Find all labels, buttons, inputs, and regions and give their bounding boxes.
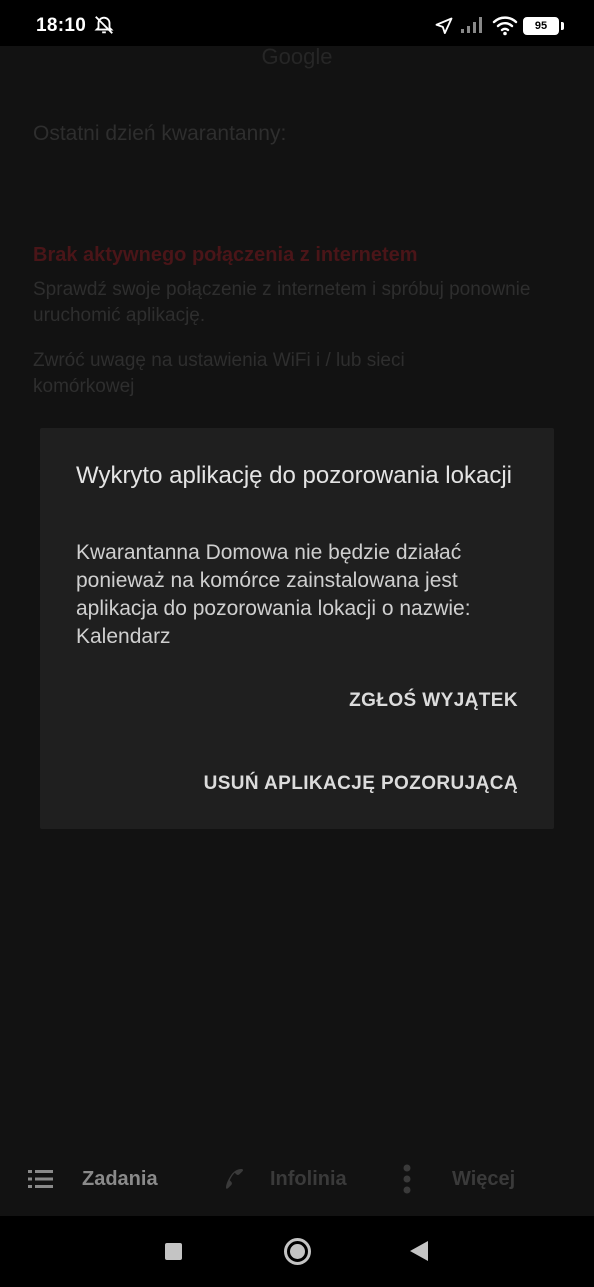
- report-exception-button[interactable]: ZGŁOŚ WYJĄTEK: [349, 690, 518, 712]
- connection-error-text: Sprawdź swoje połączenie z internetem i …: [33, 279, 531, 326]
- battery-level: 95: [534, 20, 548, 32]
- app-title: Google: [261, 44, 333, 69]
- wifi-icon: [492, 16, 518, 36]
- more-vertical-icon: [403, 1164, 411, 1194]
- screen: 18:10 95 Google Ostatni dzień kwarantann…: [0, 0, 594, 1287]
- status-time: 18:10: [36, 15, 87, 36]
- dialog-message: Kwarantanna Domowa nie będzie działać po…: [76, 541, 471, 648]
- dialog-title: Wykryto aplikację do pozorowania lokacji: [76, 462, 512, 489]
- nav-label-more: Więcej: [452, 1167, 516, 1190]
- nav-item-tasks[interactable]: Zadania: [28, 1142, 158, 1216]
- home-icon[interactable]: [284, 1238, 311, 1265]
- phone-icon: [226, 1169, 244, 1189]
- nav-item-infoline[interactable]: Infolinia: [216, 1142, 347, 1216]
- signal-icon: [461, 17, 482, 33]
- quarantine-last-day-label: Ostatni dzień kwarantanny:: [33, 122, 287, 145]
- remove-spoofing-app-button[interactable]: USUŃ APLIKACJĘ POZORUJĄCĄ: [204, 773, 518, 795]
- connection-error-title: Brak aktywnego połączenia z internetem: [33, 244, 418, 266]
- nav-label-infoline: Infolinia: [270, 1167, 347, 1190]
- nav-label-tasks: Zadania: [82, 1167, 158, 1190]
- location-spoofing-dialog: Wykryto aplikację do pozorowania lokacji…: [40, 428, 554, 829]
- back-icon[interactable]: [409, 1240, 429, 1262]
- list-icon: [28, 1170, 53, 1188]
- battery-tip: [561, 22, 564, 30]
- alarm-off-icon: [94, 16, 114, 34]
- recent-apps-icon[interactable]: [165, 1243, 182, 1260]
- battery-icon: 95: [523, 17, 559, 35]
- location-icon: [435, 17, 453, 34]
- status-bar: 18:10 95: [0, 0, 594, 46]
- connection-error-hint: Zwróć uwagę na ustawienia WiFi i / lub s…: [33, 350, 405, 397]
- bottom-navigation: Zadania Infolinia Więcej: [0, 1142, 594, 1216]
- system-navigation-bar: [0, 1216, 594, 1287]
- nav-item-more[interactable]: Więcej: [402, 1142, 515, 1216]
